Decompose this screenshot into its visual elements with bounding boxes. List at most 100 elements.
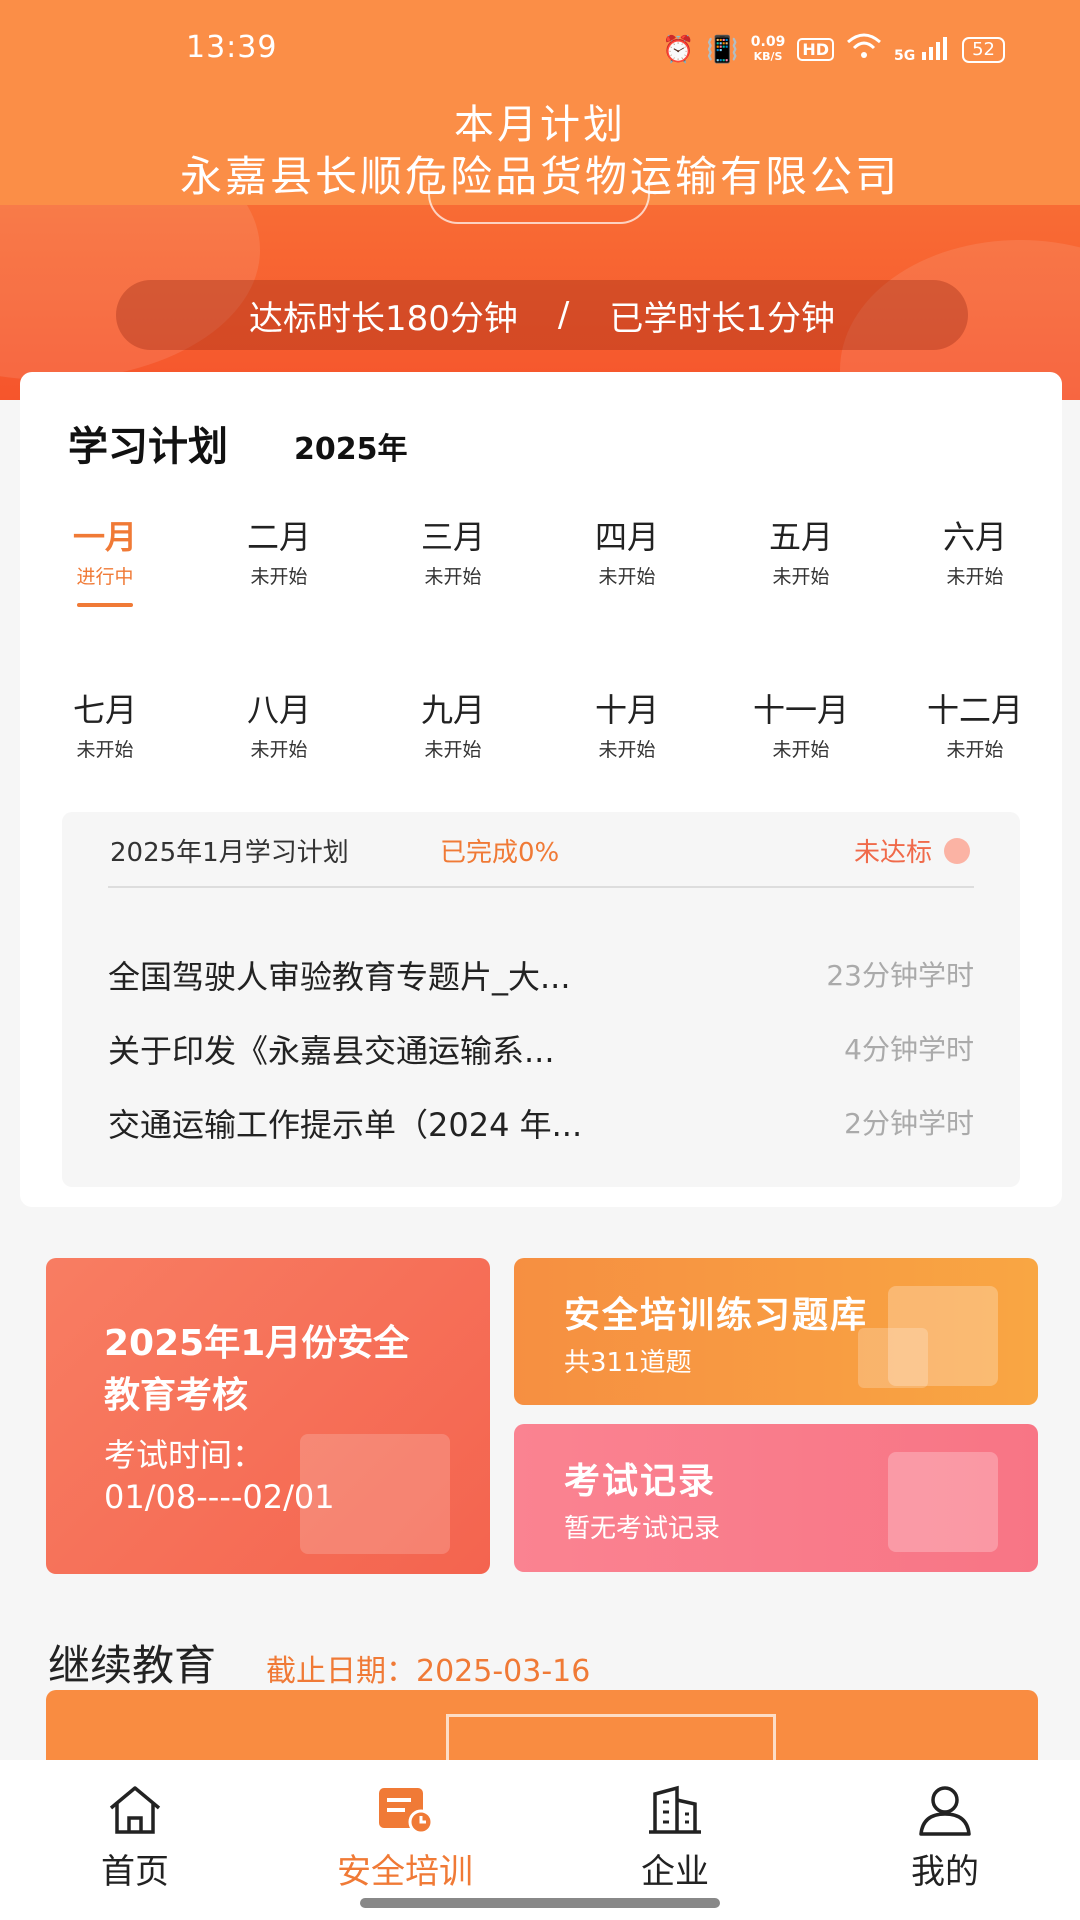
month-tab-9[interactable]: 九月 未开始 [378, 685, 528, 762]
month-tab-6[interactable]: 六月 未开始 [900, 512, 1050, 589]
month-tab-10[interactable]: 十月 未开始 [552, 685, 702, 762]
lesson-title: 关于印发《永嘉县交通运输系... [108, 1032, 555, 1070]
month-name: 二月 [246, 518, 311, 556]
exam-title: 2025年1月份安全教育考核 [104, 1323, 410, 1416]
month-name: 十一月 [752, 691, 849, 729]
month-tab-11[interactable]: 十一月 未开始 [726, 685, 876, 762]
month-name: 十月 [594, 691, 659, 729]
notes-icon [858, 1328, 928, 1388]
nav-label: 我的 [911, 1852, 979, 1892]
lesson-hours: 2分钟学时 [844, 1107, 974, 1140]
duration-separator: / [557, 295, 570, 335]
month-tab-8[interactable]: 八月 未开始 [204, 685, 354, 762]
month-status: 未开始 [250, 739, 308, 761]
nav-home[interactable]: 首页 [35, 1778, 235, 1893]
exam-time-label: 考试时间： [104, 1436, 265, 1474]
month-name: 四月 [594, 518, 659, 556]
signal-icon: 5G [894, 36, 950, 63]
page-title: 本月计划 [454, 102, 626, 148]
plan-title: 学习计划 [68, 424, 228, 470]
exam-time-range: 01/08----02/01 [104, 1478, 335, 1516]
lesson-hours: 23分钟学时 [826, 959, 974, 992]
vibrate-icon: 📳 [706, 34, 739, 65]
training-icon [305, 1778, 505, 1836]
month-tab-3[interactable]: 三月 未开始 [378, 512, 528, 589]
status-time: 13:39 [186, 30, 278, 65]
lesson-hours: 4分钟学时 [844, 1033, 974, 1066]
month-status: 未开始 [424, 739, 482, 761]
month-name: 九月 [420, 691, 485, 729]
alarm-icon: ⏰ [662, 34, 695, 65]
wifi-icon [846, 32, 882, 67]
course-banner[interactable] [46, 1690, 1038, 1770]
month-name: 三月 [420, 518, 485, 556]
home-indicator[interactable] [360, 1898, 720, 1908]
monthly-plan-heading: 2025年1月学习计划 [110, 838, 349, 868]
question-bank-tile[interactable]: 安全培训练习题库 共311道题 [514, 1258, 1038, 1405]
month-tab-12[interactable]: 十二月 未开始 [900, 685, 1050, 762]
monthly-plan-box: 2025年1月学习计划 已完成0% 未达标 全国驾驶人审验教育专题片_大... … [62, 812, 1020, 1187]
nav-label: 企业 [641, 1852, 709, 1892]
exam-assessment-tile[interactable]: 2025年1月份安全教育考核 考试时间： 01/08----02/01 [46, 1258, 490, 1574]
status-badge: 未达标 [854, 832, 970, 869]
signal-label: 5G [893, 48, 916, 64]
net-speed-unit: KB/S [753, 50, 783, 63]
month-status: 未开始 [76, 739, 134, 761]
month-status: 未开始 [424, 566, 482, 588]
target-duration: 达标时长180分钟 [248, 298, 518, 339]
net-speed: 0.09 KB/S [751, 35, 786, 64]
status-dot-icon [944, 837, 970, 864]
completion-rate: 已完成0% [440, 838, 560, 868]
duration-summary: 达标时长180分钟 / 已学时长1分钟 [116, 280, 968, 350]
nav-mine[interactable]: 我的 [845, 1778, 1045, 1893]
month-tab-7[interactable]: 七月 未开始 [30, 685, 180, 762]
notepad-icon [888, 1452, 998, 1552]
status-text: 未达标 [853, 838, 932, 868]
lesson-title: 全国驾驶人审验教育专题片_大... [108, 958, 571, 996]
nav-label: 首页 [101, 1852, 169, 1892]
month-tab-1[interactable]: 一月 进行中 [30, 512, 180, 607]
user-icon [845, 1778, 1045, 1836]
hd-icon: HD [797, 38, 834, 61]
header-pill[interactable] [428, 180, 650, 224]
month-status: 未开始 [772, 566, 830, 588]
building-icon [575, 1778, 775, 1836]
bottom-nav: 首页 安全培训 企业 我的 [0, 1760, 1080, 1920]
month-name: 八月 [246, 691, 311, 729]
month-name: 六月 [942, 518, 1007, 556]
exam-record-tile[interactable]: 考试记录 暂无考试记录 [514, 1424, 1038, 1572]
plan-year: 2025年 [294, 432, 408, 467]
divider [108, 886, 974, 888]
month-status: 未开始 [946, 739, 1004, 761]
question-bank-title: 安全培训练习题库 [564, 1295, 869, 1336]
exam-record-title: 考试记录 [564, 1461, 717, 1502]
month-status: 未开始 [598, 566, 656, 588]
nav-training[interactable]: 安全培训 [305, 1778, 505, 1893]
month-tab-2[interactable]: 二月 未开始 [204, 512, 354, 589]
month-status: 未开始 [772, 739, 830, 761]
active-indicator [77, 603, 133, 607]
month-tab-4[interactable]: 四月 未开始 [552, 512, 702, 589]
month-status: 未开始 [250, 566, 308, 588]
deadline: 截止日期：2025-03-16 [266, 1654, 591, 1689]
exam-time: 考试时间： 01/08----02/01 [104, 1434, 335, 1518]
nav-enterprise[interactable]: 企业 [575, 1778, 775, 1893]
learned-duration: 已学时长1分钟 [609, 298, 835, 339]
status-bar: 13:39 ⏰ 📳 0.09 KB/S HD 5G 52 [0, 30, 1080, 70]
month-name: 七月 [72, 691, 137, 729]
month-name: 一月 [72, 518, 137, 556]
exam-record-status: 暂无考试记录 [564, 1514, 721, 1544]
lesson-title: 交通运输工作提示单（2024 年... [108, 1106, 583, 1144]
study-plan-card: 学习计划 2025年 一月 进行中 二月 未开始 三月 未开始 四月 未开始 五… [20, 372, 1062, 1207]
status-icons: ⏰ 📳 0.09 KB/S HD 5G 52 [662, 32, 1005, 67]
question-count: 共311道题 [564, 1348, 692, 1378]
nav-label: 安全培训 [337, 1852, 473, 1892]
month-name: 五月 [768, 518, 833, 556]
home-icon [35, 1778, 235, 1836]
month-status: 未开始 [946, 566, 1004, 588]
month-status: 进行中 [76, 566, 134, 588]
month-status: 未开始 [598, 739, 656, 761]
battery-icon: 52 [962, 36, 1005, 63]
month-tab-5[interactable]: 五月 未开始 [726, 512, 876, 589]
net-speed-value: 0.09 [750, 34, 786, 50]
